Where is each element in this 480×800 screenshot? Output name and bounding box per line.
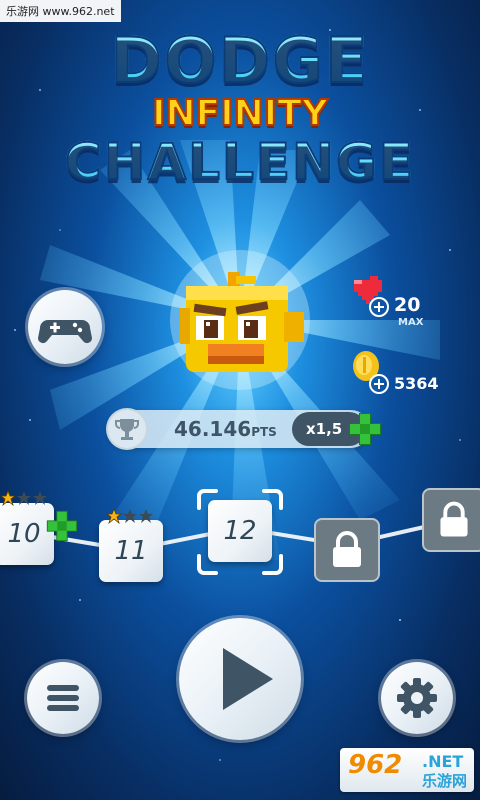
trophy-icon (115, 419, 139, 440)
site-badge: 962 .NET 乐游网 (340, 748, 474, 792)
level-number: 11 (114, 536, 148, 566)
trophy-badge (108, 410, 146, 448)
level-11-stars (106, 508, 153, 525)
add-lives-button[interactable] (369, 297, 389, 317)
hamburger-menu-icon (47, 685, 79, 711)
locked-level-tile[interactable] (422, 488, 480, 552)
title-line-1: DODGE (0, 27, 480, 95)
game-title: DODGE INFINITY CHALLENGE (0, 27, 480, 192)
title-line-2: INFINITY (151, 93, 329, 135)
menu-button[interactable] (27, 662, 99, 734)
level-10-stars (0, 490, 47, 507)
game-services-button[interactable] (28, 290, 102, 364)
score-value: 46.146PTS (174, 417, 277, 441)
level-12-tile[interactable]: 12 (208, 500, 272, 562)
star-icon (139, 509, 153, 523)
level-number: 12 (223, 516, 257, 546)
site-badge-number: 962 (348, 750, 403, 780)
score-unit: PTS (251, 425, 277, 439)
settings-button[interactable] (381, 662, 453, 734)
lock-icon (440, 501, 468, 537)
lives-caption: MAX (398, 317, 424, 328)
site-watermark: 乐游网 www.962.net (0, 0, 121, 22)
add-coins-button[interactable] (369, 374, 389, 394)
chick-character (180, 272, 304, 372)
score-number: 46.146 (174, 417, 252, 441)
coins-value: 5364 (394, 374, 439, 393)
play-icon (223, 648, 273, 710)
star-icon (123, 509, 137, 523)
star-icon (33, 491, 47, 505)
lock-icon (333, 531, 361, 567)
green-plus-icon[interactable] (346, 410, 384, 448)
lives-value: 20 (394, 294, 421, 316)
level-11-tile[interactable]: 11 (99, 520, 163, 582)
site-badge-name: 乐游网 (422, 772, 468, 790)
star-icon (17, 491, 31, 505)
gamepad-icon (38, 320, 92, 343)
play-button[interactable] (179, 618, 301, 740)
title-line-3: CHALLENGE (0, 133, 480, 191)
star-icon (106, 508, 123, 525)
green-plus-icon[interactable] (44, 508, 80, 544)
gear-icon (397, 678, 437, 718)
locked-level-tile[interactable] (314, 518, 380, 582)
star-icon (0, 490, 17, 507)
site-badge-domain: .NET (422, 752, 464, 771)
multiplier-value: x1,5 (306, 420, 343, 438)
